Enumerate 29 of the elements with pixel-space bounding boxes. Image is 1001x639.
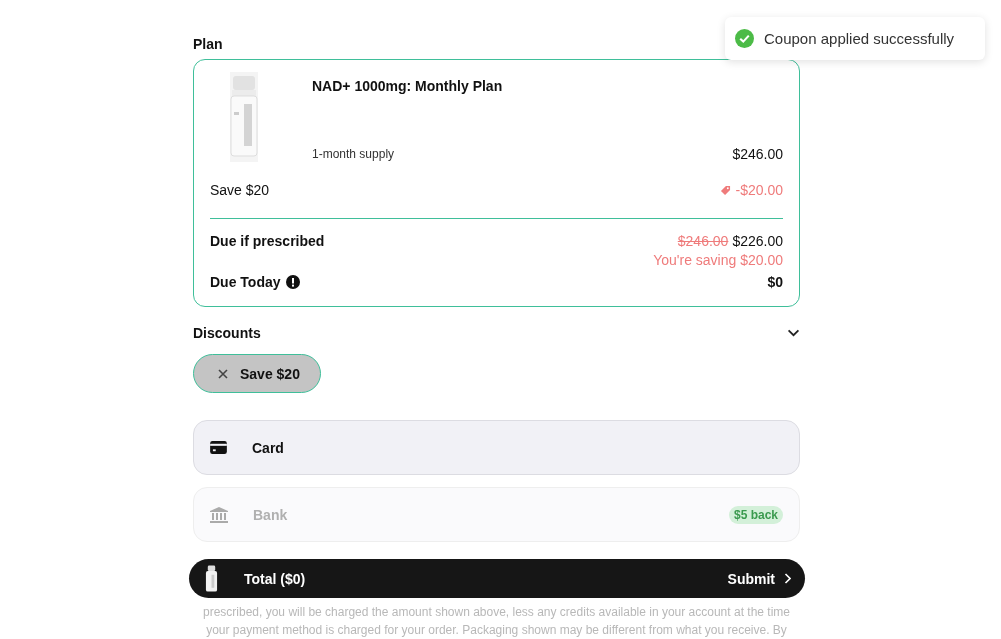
discount-chip[interactable]: Save $20 [193, 354, 321, 393]
due-label: Due if prescribed [210, 233, 325, 249]
discount-label: Save $20 [210, 182, 270, 198]
chevron-down-icon[interactable] [787, 329, 800, 337]
price-text: $246.00 [732, 146, 783, 162]
disclaimer-text: prescribed, you will be charged the amount shown above, less any credits available in your account at the time [203, 604, 790, 620]
product-name: NAD+ 1000mg: Monthly Plan [312, 78, 504, 94]
price-text: $226.00 [732, 233, 783, 249]
toast-message: Coupon applied successfully [764, 30, 955, 47]
payment-option[interactable]: Card [193, 420, 800, 475]
card-icon [210, 441, 227, 454]
due-label: Due Today [210, 274, 281, 290]
tag-icon [719, 184, 731, 196]
close-icon [218, 368, 228, 379]
cashback-badge: $5 back [728, 505, 783, 524]
bank-icon [210, 506, 228, 523]
info-icon [285, 275, 300, 289]
saving-text: You're saving $20.00 [653, 252, 783, 268]
supply-text: 1-month supply [312, 147, 395, 161]
due-amount: $0 [767, 274, 783, 290]
original-price: $246.00 [677, 233, 729, 249]
submit-button[interactable]: Submit [727, 570, 791, 587]
total-text: Total ($0) [244, 570, 307, 587]
chevron-right-icon [784, 573, 791, 584]
disclaimer-text: your payment method is charged for your order. Packaging shown may be different from what you receive. By [206, 622, 787, 638]
section-heading: Discounts [193, 325, 261, 341]
section-heading: Plan [193, 36, 223, 52]
discount-amount: -$20.00 [735, 182, 783, 198]
check-circle-icon [735, 29, 754, 48]
